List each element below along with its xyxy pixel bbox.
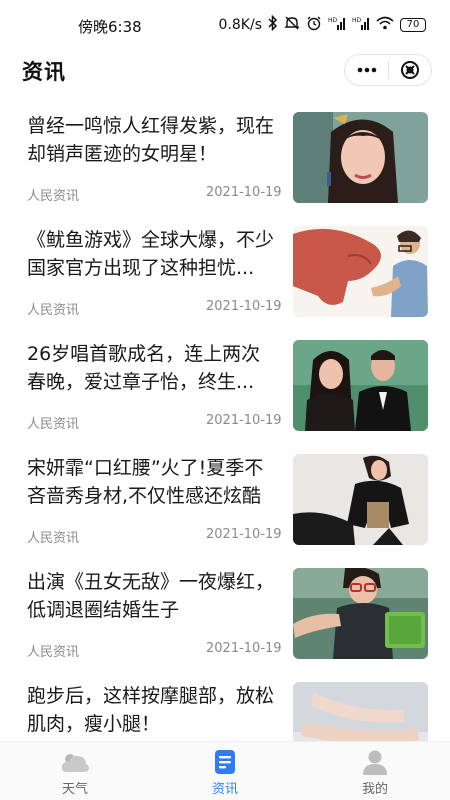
tab-label: 资讯 bbox=[211, 782, 238, 797]
news-source: 人民资讯 bbox=[27, 303, 80, 318]
news-title[interactable]: 《鱿鱼游戏》全球大爆，不少国家官方出现了这种担忧... bbox=[27, 226, 279, 282]
hd-signal-icon: HD bbox=[328, 16, 346, 34]
news-title[interactable]: 出演《丑女无敌》一夜爆红，低调退圈结婚生子 bbox=[27, 568, 279, 624]
tab-bar: 天气 资讯 我的 bbox=[0, 741, 450, 800]
page-title: 资讯 bbox=[22, 60, 66, 84]
more-dots-icon[interactable] bbox=[345, 54, 388, 86]
close-circle-icon[interactable] bbox=[389, 54, 431, 86]
news-title[interactable]: 跑步后，这样按摩腿部，放松肌肉，瘦小腿！ bbox=[27, 682, 279, 738]
wifi-icon bbox=[376, 16, 394, 34]
news-title[interactable]: 26岁唱首歌成名，连上两次春晚，爱过章子怡，终生... bbox=[27, 340, 279, 396]
svg-text:HD: HD bbox=[328, 17, 338, 24]
news-date: 2021-10-19 bbox=[206, 641, 282, 656]
news-date: 2021-10-19 bbox=[206, 299, 282, 314]
user-icon bbox=[361, 748, 389, 776]
news-title[interactable]: 宋妍霏“口红腰”火了!夏季不吝啬秀身材,不仅性感还炫酷 bbox=[27, 454, 279, 510]
news-doc-icon bbox=[211, 748, 239, 776]
news-source: 人民资讯 bbox=[27, 645, 80, 660]
tab-news[interactable]: 资讯 bbox=[150, 742, 300, 800]
news-date: 2021-10-19 bbox=[206, 185, 282, 200]
status-time: 傍晚6:38 bbox=[78, 18, 142, 36]
tab-label: 天气 bbox=[61, 782, 88, 797]
news-item[interactable]: 跑步后，这样按摩腿部，放松肌肉，瘦小腿！ bbox=[0, 670, 450, 741]
actress-portrait-photo[interactable] bbox=[293, 112, 428, 203]
hand-fist-photo[interactable] bbox=[293, 226, 428, 317]
mini-program-capsule bbox=[344, 54, 432, 86]
mute-icon bbox=[284, 15, 300, 35]
news-source: 人民资讯 bbox=[27, 531, 80, 546]
news-source: 人民资讯 bbox=[27, 189, 80, 204]
news-item[interactable]: 《鱿鱼游戏》全球大爆，不少国家官方出现了这种担忧... 人民资讯 2021-10… bbox=[0, 214, 450, 328]
status-bar: 傍晚6:38 0.8K/s HD HD 70 bbox=[0, 0, 450, 46]
tab-weather[interactable]: 天气 bbox=[0, 742, 150, 800]
bluetooth-icon bbox=[268, 14, 278, 35]
couple-photo[interactable] bbox=[293, 340, 428, 431]
status-icons: 0.8K/s HD HD 70 bbox=[218, 14, 426, 35]
page-header: 资讯 bbox=[0, 46, 450, 96]
news-item[interactable]: 宋妍霏“口红腰”火了!夏季不吝啬秀身材,不仅性感还炫酷 人民资讯 2021-10… bbox=[0, 442, 450, 556]
news-item[interactable]: 出演《丑女无敌》一夜爆红，低调退圈结婚生子 人民资讯 2021-10-19 bbox=[0, 556, 450, 670]
tab-label: 我的 bbox=[361, 782, 388, 797]
battery-icon: 70 bbox=[400, 18, 426, 32]
legs-photo[interactable] bbox=[293, 682, 428, 741]
news-title[interactable]: 曾经一鸣惊人红得发紫，现在却销声匿迹的女明星！ bbox=[27, 112, 279, 168]
hd-signal-icon: HD bbox=[352, 16, 370, 34]
news-item[interactable]: 曾经一鸣惊人红得发紫，现在却销声匿迹的女明星！ 人民资讯 2021-10-19 bbox=[0, 100, 450, 214]
news-date: 2021-10-19 bbox=[206, 527, 282, 542]
tab-profile[interactable]: 我的 bbox=[300, 742, 450, 800]
news-item[interactable]: 26岁唱首歌成名，连上两次春晚，爱过章子怡，终生... 人民资讯 2021-10… bbox=[0, 328, 450, 442]
cloud-icon bbox=[61, 748, 89, 776]
alarm-icon bbox=[306, 15, 322, 35]
network-speed: 0.8K/s bbox=[218, 17, 262, 33]
svg-text:HD: HD bbox=[352, 17, 362, 24]
news-date: 2021-10-19 bbox=[206, 413, 282, 428]
fashion-photo[interactable] bbox=[293, 454, 428, 545]
news-source: 人民资讯 bbox=[27, 417, 80, 432]
tv-drama-still-photo[interactable] bbox=[293, 568, 428, 659]
news-list[interactable]: 曾经一鸣惊人红得发紫，现在却销声匿迹的女明星！ 人民资讯 2021-10-19 … bbox=[0, 100, 450, 741]
